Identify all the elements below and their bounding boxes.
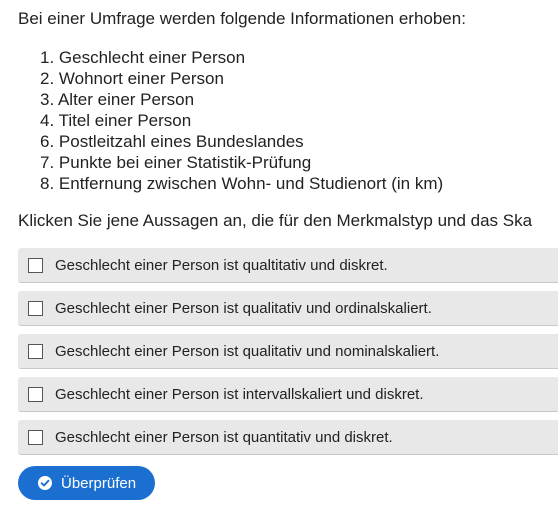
checkbox[interactable]: [28, 300, 43, 316]
answer-option-label: Geschlecht einer Person ist intervallska…: [55, 385, 424, 403]
answer-option-label: Geschlecht einer Person ist qualitativ u…: [55, 342, 440, 360]
answer-option-4[interactable]: Geschlecht einer Person ist intervallska…: [18, 377, 558, 412]
list-item: 2. Wohnort einer Person: [40, 69, 224, 88]
list-item: 4. Titel einer Person: [40, 111, 192, 130]
list-item: 7. Punkte bei einer Statistik-Prüfung: [40, 153, 312, 172]
answer-option-label: Geschlecht einer Person ist qualtitativ …: [55, 256, 388, 274]
checkbox[interactable]: [28, 343, 43, 359]
check-circle-icon: [37, 475, 53, 491]
check-answer-label: Überprüfen: [61, 474, 137, 492]
answer-option-2[interactable]: Geschlecht einer Person ist qualitativ u…: [18, 291, 558, 326]
list-item: 1. Geschlecht einer Person: [40, 48, 246, 67]
answer-options: Geschlecht einer Person ist qualtitativ …: [18, 248, 558, 463]
answer-option-label: Geschlecht einer Person ist quantitativ …: [55, 428, 393, 446]
answer-option-3[interactable]: Geschlecht einer Person ist qualitativ u…: [18, 334, 558, 369]
information-list: 1. Geschlecht einer Person 2. Wohnort ei…: [40, 47, 443, 194]
check-answer-button[interactable]: Überprüfen: [18, 466, 156, 500]
checkbox[interactable]: [28, 386, 43, 402]
checkbox[interactable]: [28, 257, 43, 273]
list-item: 3. Alter einer Person: [40, 90, 195, 109]
list-item: 6. Postleitzahl eines Bundeslandes: [40, 132, 304, 151]
answer-option-5[interactable]: Geschlecht einer Person ist quantitativ …: [18, 420, 558, 455]
answer-option-label: Geschlecht einer Person ist qualitativ u…: [55, 299, 432, 317]
question-intro: Bei einer Umfrage werden folgende Inform…: [18, 9, 466, 28]
checkbox[interactable]: [28, 429, 43, 445]
list-item: 8. Entfernung zwischen Wohn- und Studien…: [40, 174, 444, 193]
question-instruction: Klicken Sie jene Aussagen an, die für de…: [18, 211, 533, 230]
answer-option-1[interactable]: Geschlecht einer Person ist qualtitativ …: [18, 248, 558, 283]
